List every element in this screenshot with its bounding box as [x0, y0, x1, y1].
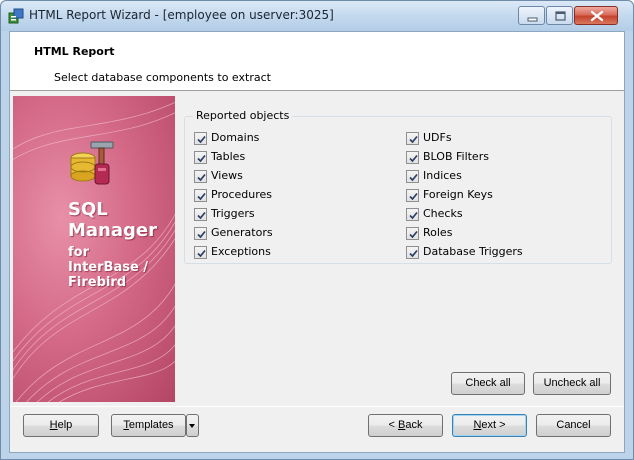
checkbox-box[interactable]	[406, 246, 419, 259]
cancel-button[interactable]: Cancel	[536, 414, 611, 437]
checkmark-icon	[197, 230, 206, 239]
checkbox-box[interactable]	[194, 208, 207, 221]
checkbox-label: Indices	[423, 169, 462, 182]
checkbox-box[interactable]	[406, 208, 419, 221]
checkmark-icon	[409, 192, 418, 201]
close-icon	[590, 10, 604, 22]
checkmark-icon	[409, 211, 418, 220]
checkbox-label: Procedures	[211, 188, 272, 201]
checkmark-icon	[409, 249, 418, 258]
templates-dropdown-button[interactable]	[186, 414, 199, 437]
reported-objects-group: Reported objects Domains Tables Views Pr…	[184, 109, 612, 264]
checkmark-icon	[197, 173, 206, 182]
page-subtitle: Select database components to extract	[54, 71, 271, 84]
checkbox-label: Database Triggers	[423, 245, 523, 258]
minimize-icon	[527, 17, 538, 22]
checkbox-box[interactable]	[194, 170, 207, 183]
checkmark-icon	[197, 211, 206, 220]
report-wizard-icon	[8, 8, 24, 24]
window-title: HTML Report Wizard - [employee on userve…	[29, 8, 334, 22]
brand-line-4: InterBase /	[68, 260, 149, 275]
checkbox-tables[interactable]: Tables	[194, 149, 344, 165]
checkbox-label: Tables	[211, 150, 246, 163]
checkbox-roles[interactable]: Roles	[406, 225, 586, 241]
checkbox-checks[interactable]: Checks	[406, 206, 586, 222]
back-button[interactable]: < Back	[368, 414, 443, 437]
next-label-post: ext >	[481, 419, 506, 431]
checkmark-icon	[409, 154, 418, 163]
checkbox-exceptions[interactable]: Exceptions	[194, 244, 344, 260]
checkbox-triggers[interactable]: Triggers	[194, 206, 344, 222]
checkbox-procedures[interactable]: Procedures	[194, 187, 344, 203]
checkmark-icon	[197, 154, 206, 163]
uncheck-all-button[interactable]: Uncheck all	[533, 372, 611, 395]
checkbox-indices[interactable]: Indices	[406, 168, 586, 184]
help-label-post: elp	[57, 419, 73, 431]
group-caption: Reported objects	[193, 109, 293, 122]
page-title: HTML Report	[34, 45, 115, 58]
checkbox-domains[interactable]: Domains	[194, 130, 344, 146]
checkbox-udfs[interactable]: UDFs	[406, 130, 586, 146]
next-button[interactable]: Next >	[452, 414, 527, 437]
help-label-accel: H	[49, 419, 58, 431]
maximize-button[interactable]	[546, 6, 573, 25]
checkbox-foreign-keys[interactable]: Foreign Keys	[406, 187, 586, 203]
checkbox-box[interactable]	[406, 132, 419, 145]
checkmark-icon	[409, 230, 418, 239]
footer-divider	[10, 406, 624, 407]
minimize-button[interactable]	[518, 6, 545, 25]
back-label-post: ack	[405, 419, 423, 431]
checkbox-box[interactable]	[406, 151, 419, 164]
maximize-icon	[555, 11, 566, 21]
checkbox-generators[interactable]: Generators	[194, 225, 344, 241]
brand-line-2: Manager	[68, 220, 157, 241]
check-all-button[interactable]: Check all	[451, 372, 525, 395]
templates-button[interactable]: Templates	[111, 414, 186, 437]
wizard-window: HTML Report Wizard - [employee on userve…	[0, 0, 634, 460]
checkbox-box[interactable]	[194, 151, 207, 164]
help-button[interactable]: Help	[23, 414, 99, 437]
checkbox-label: Checks	[423, 207, 463, 220]
checkbox-label: Domains	[211, 131, 260, 144]
checkbox-label: Triggers	[211, 207, 255, 220]
brand-panel: SQL Manager for InterBase / Firebird	[13, 96, 175, 402]
checkbox-label: Generators	[211, 226, 273, 239]
checkbox-box[interactable]	[406, 227, 419, 240]
close-button[interactable]	[574, 6, 618, 25]
checkbox-label: Foreign Keys	[423, 188, 493, 201]
checkmark-icon	[197, 135, 206, 144]
checkbox-box[interactable]	[194, 227, 207, 240]
checkbox-label: BLOB Filters	[423, 150, 489, 163]
checkbox-box[interactable]	[194, 189, 207, 202]
wizard-body: HTML Report Select database components t…	[9, 31, 625, 453]
brand-line-1: SQL	[68, 199, 108, 220]
title-bar[interactable]: HTML Report Wizard - [employee on userve…	[1, 1, 633, 31]
brand-line-5: Firebird	[68, 275, 127, 290]
checkmark-icon	[409, 173, 418, 182]
checkmark-icon	[409, 135, 418, 144]
checkbox-label: Exceptions	[211, 245, 271, 258]
checkmark-icon	[197, 249, 206, 258]
checkbox-box[interactable]	[194, 246, 207, 259]
templates-label-post: emplates	[128, 419, 174, 431]
checkbox-box[interactable]	[194, 132, 207, 145]
checkbox-box[interactable]	[406, 189, 419, 202]
checkmark-icon	[197, 192, 206, 201]
back-label-pre: <	[388, 419, 398, 431]
checkbox-label: UDFs	[423, 131, 452, 144]
checkbox-blob-filters[interactable]: BLOB Filters	[406, 149, 586, 165]
checkbox-database-triggers[interactable]: Database Triggers	[406, 244, 586, 260]
wizard-header: HTML Report Select database components t…	[10, 32, 624, 91]
dropdown-arrow-icon	[189, 424, 195, 428]
database-tools-icon	[67, 138, 119, 190]
checkbox-label: Roles	[423, 226, 453, 239]
checkbox-views[interactable]: Views	[194, 168, 344, 184]
checkbox-label: Views	[211, 169, 243, 182]
brand-line-3: for	[68, 245, 89, 260]
checkbox-box[interactable]	[406, 170, 419, 183]
